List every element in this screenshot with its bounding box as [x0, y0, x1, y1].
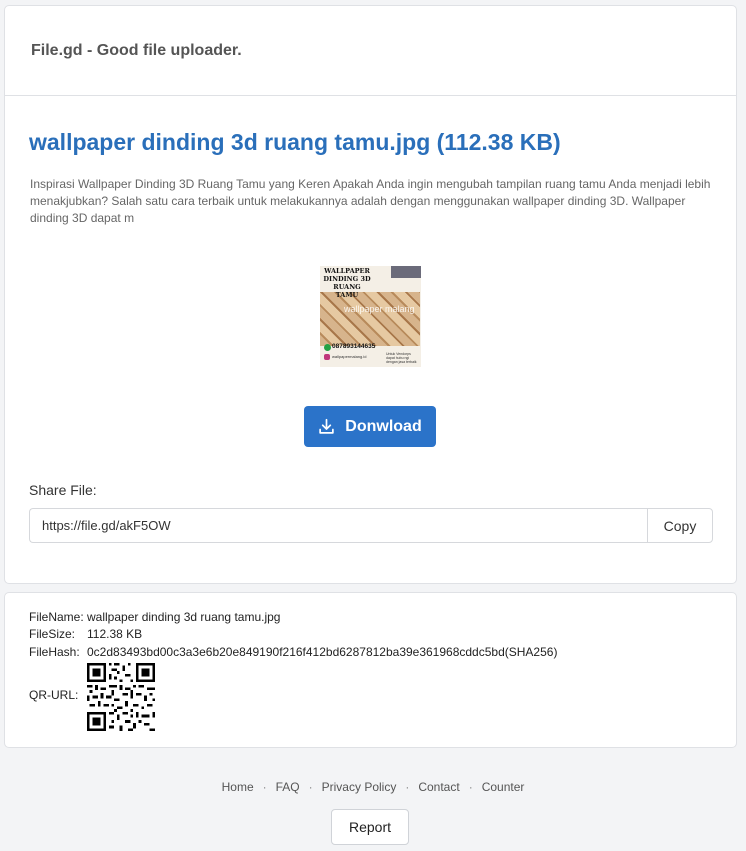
copy-button[interactable]: Copy: [647, 508, 713, 543]
download-icon: [319, 418, 335, 434]
file-description: Inspirasi Wallpaper Dinding 3D Ruang Tam…: [30, 177, 711, 225]
download-button[interactable]: Donwload: [304, 406, 436, 447]
card-header: File.gd - Good file uploader.: [5, 6, 736, 96]
file-title: wallpaper dinding 3d ruang tamu.jpg (112…: [29, 129, 561, 155]
download-label: Donwload: [345, 417, 422, 435]
file-info-card: FileName: wallpaper dinding 3d ruang tamu…: [4, 592, 737, 748]
footer-separator: ·: [308, 780, 313, 794]
thumbnail-note: Untuk Vendorps dapat hubu ngi dengan jas…: [386, 352, 417, 364]
file-thumbnail: WALLPAPER DINDING 3D RUANG TAMU wallpape…: [320, 266, 421, 367]
footer-nav: Home · FAQ · Privacy Policy · Contact · Counter: [0, 780, 746, 794]
filename-value: wallpaper dinding 3d ruang tamu.jpg: [87, 610, 281, 624]
thumbnail-watermark: wallpaper malang: [344, 304, 415, 314]
thumbnail-title: WALLPAPER DINDING 3D RUANG TAMU: [323, 267, 371, 299]
share-file-label: Share File:: [29, 482, 97, 498]
filename-row: FileName: wallpaper dinding 3d ruang tamu…: [29, 610, 280, 624]
footer-separator: ·: [262, 780, 267, 794]
thumbnail-ig-handle: wallpapermalang.id: [332, 354, 367, 359]
site-brand[interactable]: File.gd - Good file uploader.: [31, 42, 242, 59]
filehash-key: FileHash:: [29, 645, 80, 659]
filesize-key: FileSize:: [29, 627, 76, 641]
filehash-value: 0c2d83493bd00c3a3e6b20e849190f216f412bd6…: [87, 645, 558, 659]
filename-key: FileName:: [29, 610, 84, 624]
report-button[interactable]: Report: [331, 809, 409, 845]
filesize-row: FileSize: 112.38 KB: [29, 627, 142, 641]
thumbnail-phone: 087893144635: [332, 343, 376, 350]
footer-separator: ·: [405, 780, 410, 794]
share-url-input[interactable]: [29, 508, 647, 543]
file-card: File.gd - Good file uploader. wallpaper …: [4, 5, 737, 584]
thumbnail-corner-tag: [391, 266, 421, 278]
share-url-group: Copy: [29, 508, 713, 543]
footer-link-home[interactable]: Home: [222, 780, 254, 794]
footer-link-counter[interactable]: Counter: [482, 780, 525, 794]
footer-link-privacy-policy[interactable]: Privacy Policy: [322, 780, 397, 794]
qr-url-key: QR-URL:: [29, 688, 79, 702]
footer-link-faq[interactable]: FAQ: [276, 780, 300, 794]
instagram-icon: [324, 354, 330, 360]
qr-code: [87, 663, 155, 731]
whatsapp-icon: [324, 344, 331, 351]
filehash-row: FileHash: 0c2d83493bd00c3a3e6b20e849190f2…: [29, 645, 557, 659]
footer-separator: ·: [468, 780, 473, 794]
filesize-value: 112.38 KB: [87, 627, 143, 641]
wood-pattern: [320, 292, 420, 346]
footer-link-contact[interactable]: Contact: [418, 780, 459, 794]
